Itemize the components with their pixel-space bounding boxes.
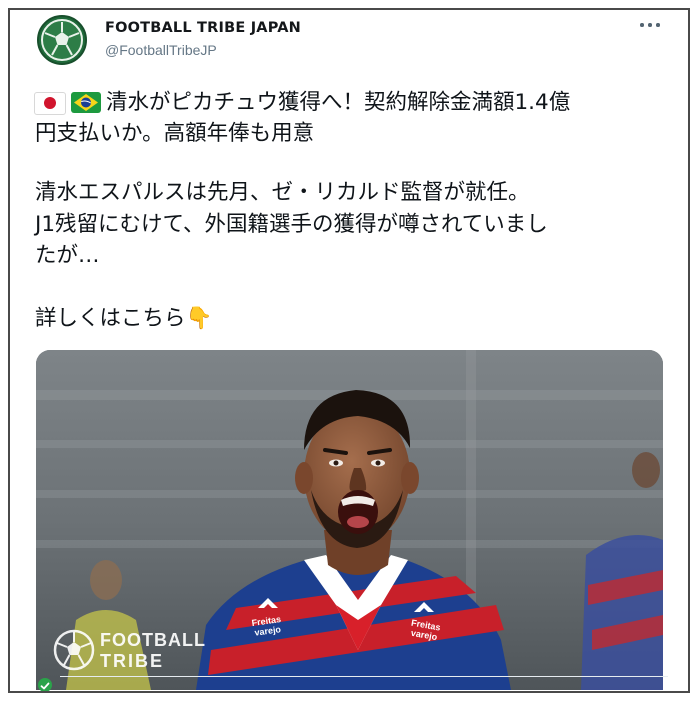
tweet-text-line-4: J1残留にむけて、外国籍選手の獲得が噂されていまし: [35, 212, 548, 237]
japan-flag-icon: [34, 92, 66, 115]
watermark-line-1: FOOTBALL: [100, 630, 206, 650]
author-name[interactable]: FOOTBALL TRIBE JAPAN: [105, 20, 301, 36]
card-divider: [60, 676, 668, 677]
tweet-text-line-2: 円支払いか。高額年俸も用意: [35, 121, 315, 146]
ellipsis-icon[interactable]: [638, 14, 662, 34]
tweet-text-line-5: たが…: [35, 243, 100, 268]
soccer-ball-watermark-icon: [53, 629, 95, 671]
tweet-text-line-1: 清水がピカチュウ獲得へ！契約解除金満額1.4億: [106, 90, 571, 115]
tweet-photo[interactable]: Freitas varejo Freitas varejo FOOTBALL T…: [36, 350, 663, 690]
pointing-down-emoji-icon: 👇: [185, 306, 213, 331]
read-more-text: 詳しくはこちら: [35, 306, 186, 331]
tweet-card[interactable]: FOOTBALL TRIBE JAPAN @FootballTribeJP 清水…: [8, 8, 690, 693]
brazil-flag-icon: [71, 92, 101, 113]
tweet-text-line-3: 清水エスパルスは先月、ゼ・リカルド監督が就任。: [35, 180, 530, 205]
author-handle[interactable]: @FootballTribeJP: [105, 42, 217, 58]
check-circle-icon: [38, 678, 52, 691]
avatar[interactable]: [37, 15, 87, 65]
read-more-line: 詳しくはこちら👇: [35, 304, 212, 334]
watermark-line-2: TRIBE: [100, 651, 164, 671]
soccer-ball-icon: [41, 19, 83, 61]
